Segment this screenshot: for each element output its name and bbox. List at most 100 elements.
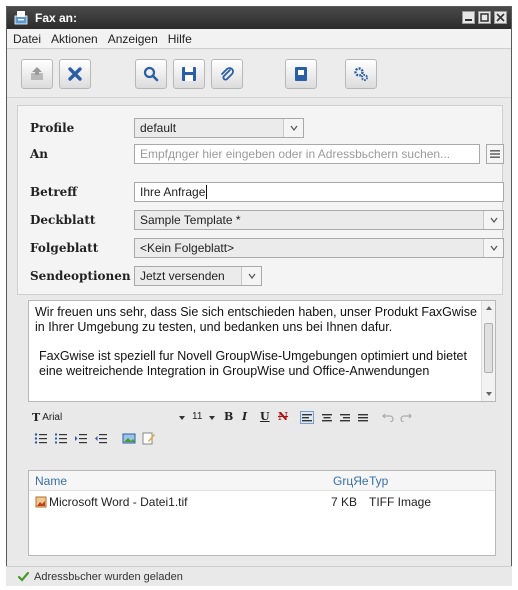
menu-hilfe[interactable]: Hilfe [168, 32, 192, 46]
search-icon [143, 66, 159, 82]
save-button[interactable] [173, 59, 205, 89]
font-select[interactable]: T Arial [32, 411, 62, 424]
column-type-header[interactable]: Typ [369, 474, 388, 488]
to-label: An [30, 147, 49, 161]
status-message: Adressbьcher wurden geladen [34, 571, 183, 583]
undo-icon[interactable] [382, 412, 394, 422]
font-type-icon: T [32, 411, 41, 424]
font-size-select[interactable]: 11 [192, 411, 202, 422]
attach-icon [221, 67, 234, 81]
attachment-size: 7 KB [331, 495, 358, 509]
cover-select[interactable]: Sample Template * [134, 210, 504, 230]
menu-aktionen[interactable]: Aktionen [51, 32, 98, 46]
scroll-up-icon[interactable] [485, 305, 493, 311]
message-paragraph: Wir freuen uns sehr, dass Sie sich entsc… [35, 305, 477, 334]
maximize-button[interactable] [478, 11, 491, 24]
column-size-header[interactable]: GrцЯe [333, 474, 369, 488]
profile-row: Profile default [18, 118, 504, 138]
message-paragraph: FaxGwise ist speziell fur Novell GroupWi… [39, 349, 467, 378]
attach-button[interactable] [211, 59, 243, 89]
close-icon [68, 67, 82, 81]
minimize-button[interactable] [462, 11, 475, 24]
follow-select[interactable]: <Kein Folgeblatt> [134, 238, 504, 258]
addressbook-button[interactable] [285, 59, 317, 89]
outdent-icon[interactable] [94, 432, 108, 445]
format-toolbar: T Arial 11 B I U N [28, 408, 496, 428]
window-title: Fax an: [35, 11, 78, 25]
font-name: Arial [42, 412, 63, 423]
close-icon [496, 13, 505, 22]
addressbook-lookup-button[interactable] [486, 144, 504, 164]
cover-value: Sample Template * [140, 213, 241, 227]
format-toolbar-2 [28, 428, 496, 450]
subject-value: Ihre Anfrage [140, 185, 206, 199]
chevron-down-icon[interactable] [208, 415, 216, 421]
image-file-icon [35, 496, 47, 508]
status-bar: Adressbьcher wurden geladen [6, 566, 512, 586]
chevron-down-icon [241, 267, 261, 285]
italic-button[interactable]: I [242, 410, 247, 423]
edit-note-icon[interactable] [142, 431, 156, 445]
align-center-icon[interactable] [320, 411, 334, 424]
attachment-type: TIFF Image [369, 495, 432, 509]
toolbar [7, 50, 511, 98]
list-icon [490, 150, 500, 158]
menu-bar: Datei Aktionen Anzeigen Hilfe [7, 29, 511, 49]
bullet-list-icon[interactable] [34, 432, 48, 445]
chevron-down-icon [483, 239, 503, 257]
scroll-down-icon[interactable] [485, 391, 493, 397]
close-window-button[interactable] [494, 11, 507, 24]
strikethrough-button[interactable]: N [278, 410, 288, 423]
chevron-down-icon [483, 211, 503, 229]
recipient-input[interactable]: Empfдnger hier eingeben oder in Adressbь… [134, 144, 480, 164]
numbered-list-icon[interactable] [54, 432, 68, 445]
menu-anzeigen[interactable]: Anzeigen [108, 32, 158, 46]
maximize-icon [480, 13, 489, 22]
font-size-value: 11 [192, 411, 203, 422]
chevron-down-icon[interactable] [178, 415, 186, 421]
fax-header-form: Profile default An Empfдnger hier eingeb… [17, 105, 504, 295]
send-options-value: Jetzt versenden [140, 269, 225, 283]
underline-button[interactable]: U [260, 410, 270, 423]
subject-label: Betreff [30, 185, 78, 199]
minimize-icon [465, 19, 472, 21]
subject-input[interactable]: Ihre Anfrage [134, 182, 504, 202]
send-options-select[interactable]: Jetzt versenden [134, 266, 262, 286]
scroll-thumb[interactable] [484, 323, 493, 373]
follow-value: <Kein Folgeblatt> [140, 241, 235, 255]
chevron-down-icon [283, 119, 303, 137]
align-left-icon[interactable] [300, 411, 314, 424]
attachments-header: Name GrцЯe Typ [29, 471, 495, 491]
cover-label: Deckblatt [30, 213, 96, 227]
profile-select[interactable]: default [134, 118, 304, 138]
message-body: Wir freuen uns sehr, dass Sie sich entsc… [35, 305, 479, 399]
fax-app-icon [14, 11, 28, 25]
attachment-name: Microsoft Word - Datei1.tif [49, 495, 188, 509]
send-button[interactable] [21, 59, 53, 89]
check-icon [18, 572, 29, 582]
discard-button[interactable] [59, 59, 91, 89]
menu-datei[interactable]: Datei [13, 32, 41, 46]
window-controls [462, 11, 507, 24]
column-name-header[interactable]: Name [35, 474, 67, 488]
align-right-icon[interactable] [338, 411, 352, 424]
subject-row: Betreff Ihre Anfrage [18, 182, 504, 202]
send-icon [31, 67, 43, 80]
follow-label: Folgeblatt [30, 241, 99, 255]
editor-scrollbar[interactable] [481, 301, 495, 401]
cover-row: Deckblatt Sample Template * [18, 210, 504, 230]
settings-icon [354, 67, 368, 81]
insert-image-icon[interactable] [122, 432, 138, 445]
search-button[interactable] [135, 59, 167, 89]
settings-button[interactable] [345, 59, 377, 89]
align-justify-icon[interactable] [356, 411, 370, 424]
send-options-label: Sendeoptionen [30, 269, 131, 283]
bold-button[interactable]: B [224, 410, 233, 423]
redo-icon[interactable] [400, 412, 412, 422]
follow-row: Folgeblatt <Kein Folgeblatt> [18, 238, 504, 258]
message-editor[interactable]: Wir freuen uns sehr, dass Sie sich entsc… [28, 300, 496, 402]
indent-icon[interactable] [74, 432, 88, 445]
profile-label: Profile [30, 121, 75, 135]
attachment-row[interactable]: Microsoft Word - Datei1.tif 7 KB TIFF Im… [29, 493, 495, 511]
save-icon [182, 67, 196, 81]
